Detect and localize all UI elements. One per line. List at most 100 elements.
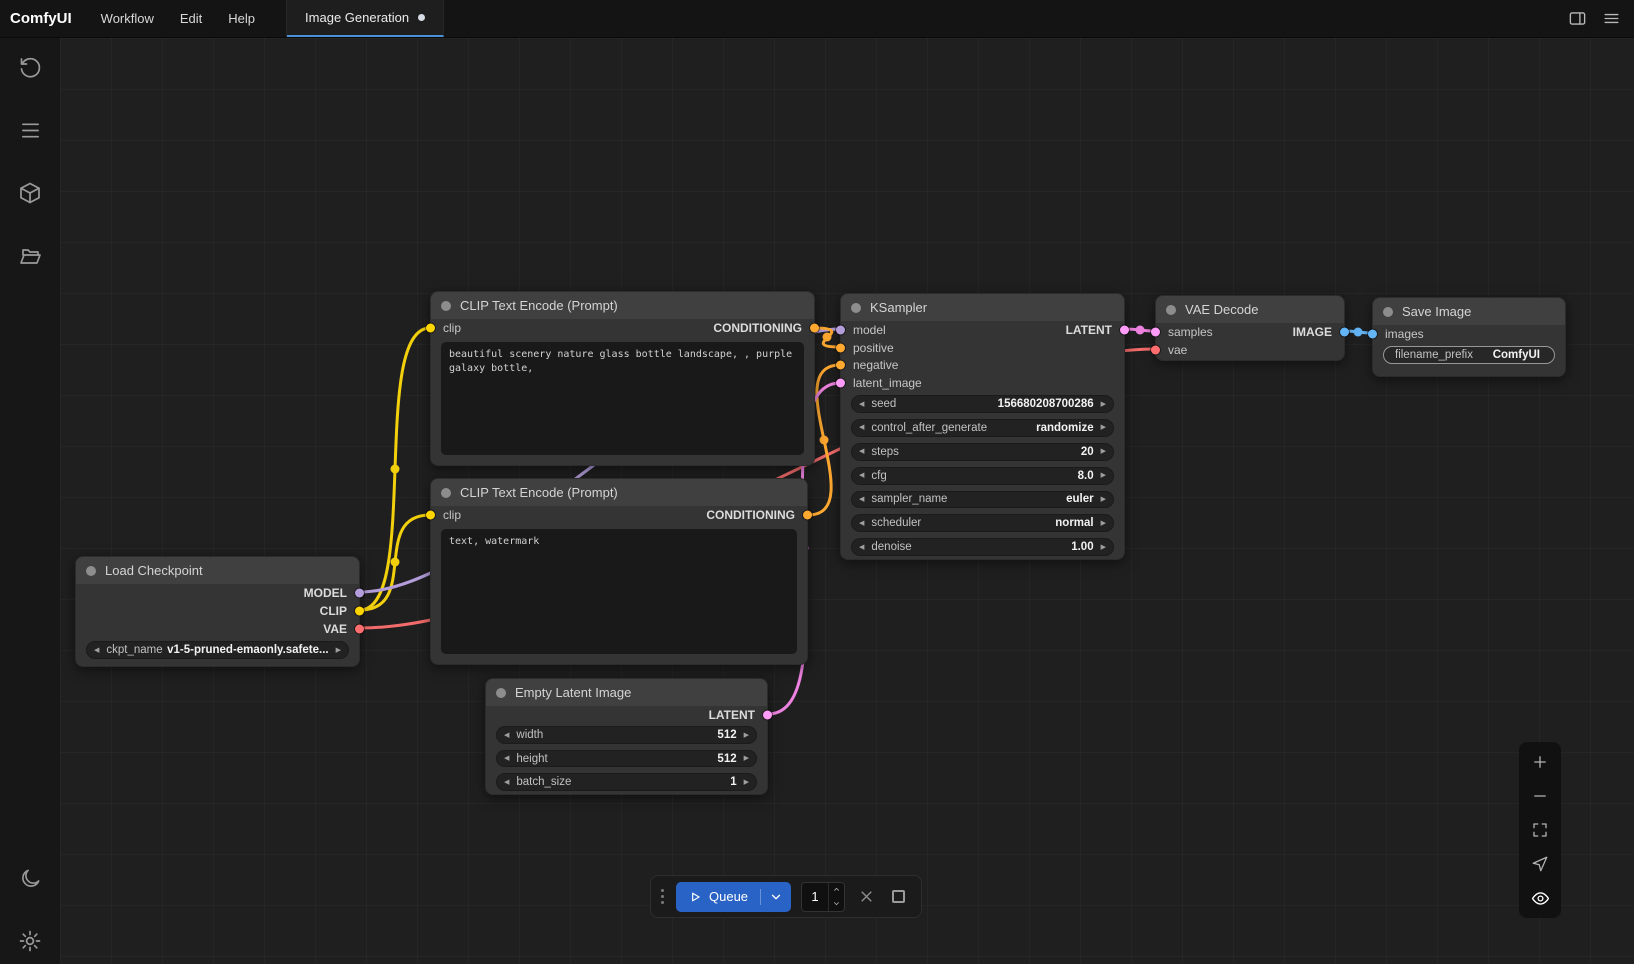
stop-queue-button[interactable] xyxy=(887,886,909,908)
decrement-arrow-icon[interactable] xyxy=(859,520,864,527)
input-port-clip[interactable] xyxy=(426,511,435,520)
select-mode-button[interactable] xyxy=(1524,849,1556,879)
decrement-arrow-icon[interactable] xyxy=(94,647,99,654)
widget-filename-prefix[interactable]: filename_prefix ComfyUI xyxy=(1383,346,1555,364)
link-midpoint-dot[interactable] xyxy=(1136,326,1145,335)
node-header[interactable]: CLIP Text Encode (Prompt) xyxy=(431,292,814,319)
collapse-dot[interactable] xyxy=(441,488,451,498)
widget-seed[interactable]: seed 156680208700286 xyxy=(851,395,1114,413)
input-port-model[interactable] xyxy=(836,325,845,334)
workflow-history-button[interactable] xyxy=(17,54,43,80)
widget-control-after-generate[interactable]: control_after_generate randomize xyxy=(851,419,1114,437)
link-midpoint-dot[interactable] xyxy=(823,333,832,342)
node-header[interactable]: Empty Latent Image xyxy=(486,679,767,706)
decrement-arrow-icon[interactable] xyxy=(859,401,864,408)
collapse-dot[interactable] xyxy=(441,301,451,311)
settings-button[interactable] xyxy=(17,928,43,954)
node-header[interactable]: Load Checkpoint xyxy=(76,557,359,584)
batch-decrement-button[interactable] xyxy=(829,897,844,911)
batch-increment-button[interactable] xyxy=(829,883,844,897)
node-header[interactable]: KSampler xyxy=(841,294,1124,321)
node-header[interactable]: Save Image xyxy=(1373,298,1565,325)
queue-options-caret[interactable] xyxy=(761,890,791,904)
menu-workflow[interactable]: Workflow xyxy=(88,11,167,26)
output-port-model[interactable] xyxy=(355,589,364,598)
node-header[interactable]: VAE Decode xyxy=(1156,296,1344,323)
output-port-vae[interactable] xyxy=(355,625,364,634)
prompt-textarea[interactable]: text, watermark xyxy=(441,529,797,654)
decrement-arrow-icon[interactable] xyxy=(504,732,509,739)
increment-arrow-icon[interactable] xyxy=(1101,544,1106,551)
queue-button[interactable]: Queue xyxy=(676,882,791,912)
widget-batch-size[interactable]: batch_size 1 xyxy=(496,773,757,791)
widget-cfg[interactable]: cfg 8.0 xyxy=(851,467,1114,485)
increment-arrow-icon[interactable] xyxy=(1101,520,1106,527)
node-load-checkpoint[interactable]: Load Checkpoint MODEL CLIP VAE ckpt_name… xyxy=(75,556,360,667)
decrement-arrow-icon[interactable] xyxy=(859,424,864,431)
increment-arrow-icon[interactable] xyxy=(1101,496,1106,503)
tab-image-generation[interactable]: Image Generation xyxy=(287,0,444,37)
collapse-dot[interactable] xyxy=(496,688,506,698)
widget-width[interactable]: width 512 xyxy=(496,726,757,744)
decrement-arrow-icon[interactable] xyxy=(859,544,864,551)
input-port-samples[interactable] xyxy=(1151,328,1160,337)
collapse-dot[interactable] xyxy=(86,566,96,576)
widget-height[interactable]: height 512 xyxy=(496,750,757,768)
decrement-arrow-icon[interactable] xyxy=(859,496,864,503)
node-vae-decode[interactable]: VAE Decode samples IMAGE vae xyxy=(1155,295,1345,361)
fit-view-button[interactable] xyxy=(1524,815,1556,845)
output-port-latent[interactable] xyxy=(1120,325,1129,334)
input-port-latent-image[interactable] xyxy=(836,379,845,388)
workflows-folder-button[interactable] xyxy=(17,243,43,269)
menu-help[interactable]: Help xyxy=(215,11,268,26)
zoom-out-button[interactable] xyxy=(1524,781,1556,811)
input-port-positive[interactable] xyxy=(836,343,845,352)
decrement-arrow-icon[interactable] xyxy=(859,448,864,455)
output-port-latent[interactable] xyxy=(763,710,772,719)
widget-denoise[interactable]: denoise 1.00 xyxy=(851,538,1114,556)
input-port-negative[interactable] xyxy=(836,361,845,370)
increment-arrow-icon[interactable] xyxy=(1101,472,1106,479)
node-empty-latent-image[interactable]: Empty Latent Image LATENT width 512 heig… xyxy=(485,678,768,795)
decrement-arrow-icon[interactable] xyxy=(504,755,509,762)
queue-button-main[interactable]: Queue xyxy=(676,889,760,904)
decrement-arrow-icon[interactable] xyxy=(859,472,864,479)
zoom-in-button[interactable] xyxy=(1524,747,1556,777)
collapse-dot[interactable] xyxy=(1383,307,1393,317)
theme-toggle-button[interactable] xyxy=(17,865,43,891)
node-library-button[interactable] xyxy=(17,117,43,143)
main-menu-button[interactable] xyxy=(1596,4,1626,34)
widget-sampler-name[interactable]: sampler_name euler xyxy=(851,491,1114,509)
panel-toggle-button[interactable] xyxy=(1562,4,1592,34)
node-header[interactable]: CLIP Text Encode (Prompt) xyxy=(431,479,807,506)
increment-arrow-icon[interactable] xyxy=(744,779,749,786)
link-midpoint-dot[interactable] xyxy=(391,465,400,474)
increment-arrow-icon[interactable] xyxy=(744,732,749,739)
toggle-link-visibility-button[interactable] xyxy=(1524,883,1556,913)
output-port-conditioning[interactable] xyxy=(810,324,819,333)
cancel-run-button[interactable] xyxy=(855,886,877,908)
link-midpoint-dot[interactable] xyxy=(391,558,400,567)
output-port-image[interactable] xyxy=(1340,328,1349,337)
node-ksampler[interactable]: KSampler model LATENT positive negative … xyxy=(840,293,1125,560)
node-clip-text-encode-positive[interactable]: CLIP Text Encode (Prompt) clip CONDITION… xyxy=(430,291,815,466)
model-library-button[interactable] xyxy=(17,180,43,206)
increment-arrow-icon[interactable] xyxy=(1101,424,1106,431)
widget-steps[interactable]: steps 20 xyxy=(851,443,1114,461)
input-port-vae[interactable] xyxy=(1151,346,1160,355)
drag-handle-icon[interactable] xyxy=(659,889,666,904)
collapse-dot[interactable] xyxy=(1166,305,1176,315)
widget-scheduler[interactable]: scheduler normal xyxy=(851,514,1114,532)
link-midpoint-dot[interactable] xyxy=(1354,328,1363,337)
node-graph-canvas[interactable]: Load Checkpoint MODEL CLIP VAE ckpt_name… xyxy=(60,38,1634,964)
node-clip-text-encode-negative[interactable]: CLIP Text Encode (Prompt) clip CONDITION… xyxy=(430,478,808,665)
node-save-image[interactable]: Save Image images filename_prefix ComfyU… xyxy=(1372,297,1566,377)
increment-arrow-icon[interactable] xyxy=(744,755,749,762)
menu-edit[interactable]: Edit xyxy=(167,11,215,26)
increment-arrow-icon[interactable] xyxy=(1101,401,1106,408)
widget-ckpt-name[interactable]: ckpt_name v1-5-pruned-emaonly.safete... xyxy=(86,641,349,659)
input-port-clip[interactable] xyxy=(426,324,435,333)
output-port-clip[interactable] xyxy=(355,607,364,616)
output-port-conditioning[interactable] xyxy=(803,511,812,520)
increment-arrow-icon[interactable] xyxy=(1101,448,1106,455)
